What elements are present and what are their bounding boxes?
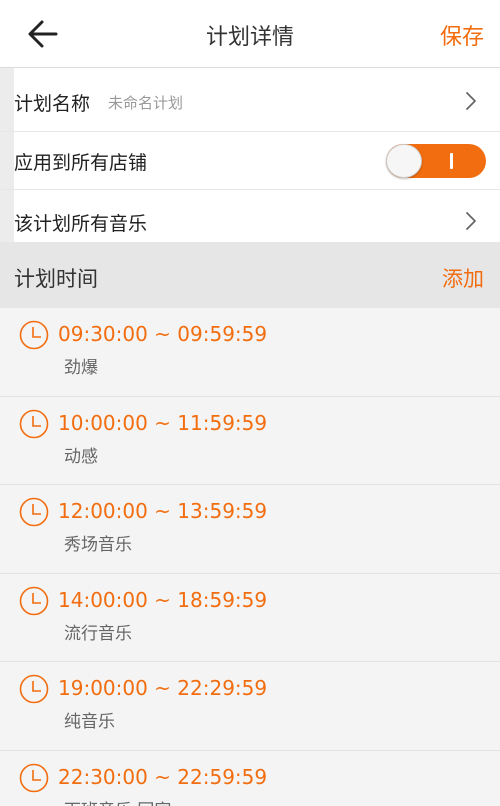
save-button[interactable]: 保存 bbox=[440, 19, 484, 51]
schedule-music: 下班音乐 回家 bbox=[64, 796, 171, 806]
schedule-item[interactable]: 22:30:00 ~ 22:59:59 下班音乐 回家 bbox=[0, 750, 500, 806]
plan-name-row[interactable]: 计划名称 未命名计划 bbox=[0, 68, 500, 132]
apply-all-stores-toggle[interactable] bbox=[386, 144, 486, 178]
plan-settings: 计划名称 未命名计划 应用到所有店铺 该计划所有音乐 bbox=[0, 68, 500, 252]
clock-icon bbox=[19, 763, 49, 793]
toggle-knob bbox=[386, 144, 422, 178]
top-bar: 计划详情 保存 bbox=[0, 0, 500, 68]
schedule-time: 09:30:00 ~ 09:59:59 bbox=[58, 322, 268, 346]
apply-all-stores-row: 应用到所有店铺 bbox=[0, 132, 500, 190]
clock-icon bbox=[19, 497, 49, 527]
schedule-music: 动感 bbox=[64, 446, 98, 467]
schedule-time: 22:30:00 ~ 22:59:59 bbox=[58, 764, 268, 789]
clock-icon bbox=[19, 586, 49, 616]
schedule-item[interactable]: 09:30:00 ~ 09:59:59 劲爆 bbox=[0, 308, 500, 397]
schedule-music: 秀场音乐 bbox=[64, 535, 132, 556]
chevron-right-icon bbox=[466, 212, 476, 230]
schedule-time: 12:00:00 ~ 13:59:59 bbox=[58, 499, 268, 524]
schedule-list: 09:30:00 ~ 09:59:59 劲爆 10:00:00 ~ 11:59:… bbox=[0, 308, 500, 806]
schedule-item[interactable]: 19:00:00 ~ 22:29:59 纯音乐 bbox=[0, 662, 500, 751]
page-title: 计划详情 bbox=[205, 25, 294, 50]
clock-icon bbox=[19, 409, 49, 438]
schedule-item[interactable]: 12:00:00 ~ 13:59:59 秀场音乐 bbox=[0, 485, 500, 574]
clock-icon bbox=[19, 675, 49, 704]
add-schedule-button[interactable]: 添加 bbox=[442, 263, 484, 293]
apply-all-stores-label: 应用到所有店铺 bbox=[14, 152, 148, 174]
schedule-time: 14:00:00 ~ 18:59:59 bbox=[58, 587, 268, 612]
plan-name-label: 计划名称 bbox=[14, 93, 91, 115]
schedule-section-title: 计划时间 bbox=[14, 267, 98, 291]
schedule-section-header: 计划时间 添加 bbox=[0, 242, 500, 308]
toggle-on-indicator bbox=[450, 153, 453, 169]
plan-name-value: 未命名计划 bbox=[108, 94, 184, 112]
schedule-time: 10:00:00 ~ 11:59:59 bbox=[58, 410, 268, 435]
schedule-time: 19:00:00 ~ 22:29:59 bbox=[58, 676, 268, 701]
schedule-music: 纯音乐 bbox=[64, 712, 115, 733]
chevron-right-icon bbox=[466, 92, 476, 110]
schedule-music: 劲爆 bbox=[64, 358, 98, 378]
schedule-item[interactable]: 14:00:00 ~ 18:59:59 流行音乐 bbox=[0, 573, 500, 663]
schedule-music: 流行音乐 bbox=[64, 623, 132, 644]
all-music-label: 该计划所有音乐 bbox=[14, 213, 148, 235]
clock-icon bbox=[19, 320, 49, 350]
schedule-item[interactable]: 10:00:00 ~ 11:59:59 动感 bbox=[0, 396, 500, 486]
